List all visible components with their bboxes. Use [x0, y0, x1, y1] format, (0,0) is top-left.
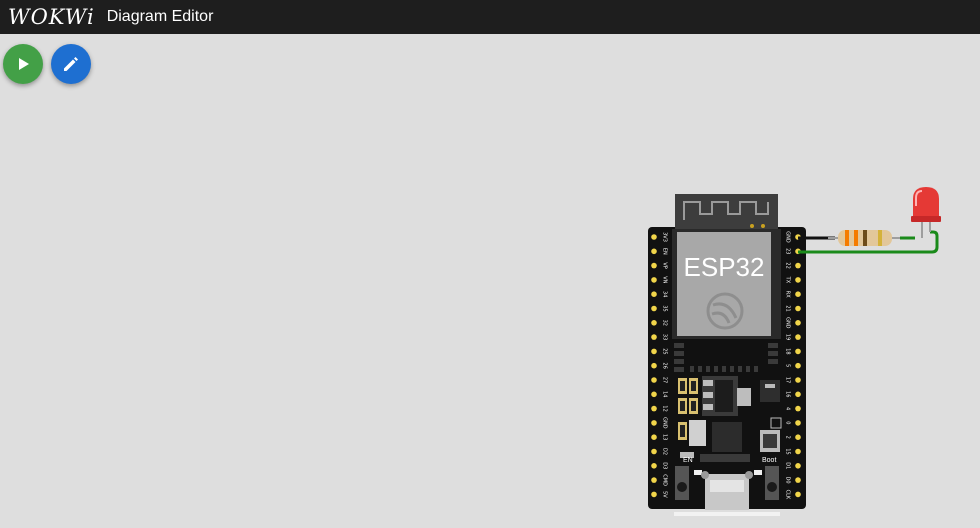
pin-label-left: CMD — [662, 474, 668, 486]
pin-right-15[interactable] — [795, 448, 801, 455]
pin-left-en[interactable] — [651, 248, 657, 255]
pin-label-right: 2 — [785, 436, 791, 439]
pin-label-left: D3 — [662, 462, 668, 469]
pin-left-25[interactable] — [651, 348, 657, 355]
en-button[interactable] — [675, 466, 689, 500]
pin-label-right: D0 — [785, 477, 791, 484]
pin-label-right: RX — [785, 291, 791, 298]
pin-right-17[interactable] — [795, 377, 801, 383]
page-title: Diagram Editor — [106, 8, 214, 25]
pin-left-34[interactable] — [651, 291, 657, 298]
pin-right-4[interactable] — [795, 405, 801, 412]
pin-label-left: 12 — [662, 405, 668, 411]
pin-right-22[interactable] — [795, 262, 801, 269]
pin-label-left: D2 — [662, 448, 668, 455]
pin-left-gnd[interactable] — [651, 420, 657, 426]
pin-left-35[interactable] — [651, 305, 657, 312]
resistor[interactable] — [828, 230, 900, 246]
pin-right-2[interactable] — [795, 434, 801, 441]
pin-label-right: 17 — [785, 377, 791, 383]
pin-label-left: 13 — [662, 434, 668, 440]
esp32-board[interactable]: ESP32 EN Boot — [648, 194, 806, 516]
pin-left-vn[interactable] — [651, 277, 657, 283]
chip-label: ESP32 — [684, 252, 765, 282]
pin-label-left: 3V3 — [662, 232, 668, 242]
pin-label-right: GND — [785, 231, 791, 243]
pin-label-left: 35 — [662, 305, 668, 311]
pin-label-left: 14 — [662, 391, 668, 397]
pin-label-right: 5 — [785, 364, 791, 367]
pin-label-right: 0 — [785, 421, 791, 424]
pin-label-right: 15 — [785, 448, 791, 454]
pin-label-left: 26 — [662, 363, 668, 369]
pin-label-right: GND — [785, 317, 791, 329]
pin-right-0[interactable] — [795, 420, 801, 426]
pin-label-left: VP — [662, 262, 668, 268]
pin-label-right: 16 — [785, 391, 791, 397]
pin-right-d0[interactable] — [795, 477, 801, 483]
pin-label-right: 23 — [785, 248, 791, 254]
pin-label-left: GND — [662, 417, 668, 429]
red-led[interactable] — [911, 187, 941, 238]
pin-label-left: VN — [662, 276, 668, 283]
pin-label-left: 32 — [662, 320, 668, 326]
pin-left-d3[interactable] — [651, 463, 657, 469]
pin-label-right: TX — [785, 276, 791, 284]
pin-label-right: CLK — [785, 490, 791, 500]
pin-right-clk[interactable] — [795, 491, 801, 498]
pin-left-5v[interactable] — [651, 491, 657, 498]
pin-label-left: 27 — [662, 377, 668, 383]
pin-right-16[interactable] — [795, 391, 801, 398]
pin-right-18[interactable] — [795, 348, 801, 355]
pin-left-vp[interactable] — [651, 262, 657, 269]
pin-label-right: 18 — [785, 348, 791, 354]
top-bar: WOKWi Diagram Editor — [0, 0, 980, 34]
pin-left-3v3[interactable] — [651, 234, 657, 240]
en-label: EN — [683, 457, 693, 464]
pin-left-cmd[interactable] — [651, 477, 657, 483]
pin-label-right: 19 — [785, 334, 791, 340]
pin-label-right: 22 — [785, 262, 791, 268]
diagram-canvas[interactable]: ESP32 EN Boot 3V3ENVPVN34353233252627141… — [0, 34, 980, 528]
pin-label-left: 25 — [662, 348, 668, 354]
pin-right-5[interactable] — [795, 362, 801, 369]
pin-label-left: 33 — [662, 334, 668, 340]
pin-right-tx[interactable] — [795, 277, 801, 283]
wokwi-logo[interactable]: WOKWi — [8, 5, 95, 29]
pin-right-d1[interactable] — [795, 463, 801, 469]
boot-label: Boot — [762, 457, 776, 464]
boot-button[interactable] — [765, 466, 779, 500]
pin-label-left: 5V — [662, 491, 668, 498]
pin-left-27[interactable] — [651, 377, 657, 383]
pin-right-19[interactable] — [795, 334, 801, 340]
pin-label-right: D1 — [785, 462, 791, 469]
pin-right-rx[interactable] — [795, 291, 801, 298]
pin-label-left: 34 — [662, 291, 668, 297]
pin-label-right: 21 — [785, 305, 791, 311]
pin-left-13[interactable] — [651, 434, 657, 441]
pin-left-12[interactable] — [651, 405, 657, 412]
pin-left-32[interactable] — [651, 320, 657, 326]
pin-right-21[interactable] — [795, 305, 801, 312]
pin-left-d2[interactable] — [651, 448, 657, 455]
pin-left-33[interactable] — [651, 334, 657, 340]
pin-label-left: EN — [662, 248, 668, 255]
pin-left-14[interactable] — [651, 391, 657, 398]
pin-label-right: 4 — [785, 407, 791, 410]
pin-left-26[interactable] — [651, 362, 657, 369]
pin-right-gnd[interactable] — [795, 320, 801, 326]
